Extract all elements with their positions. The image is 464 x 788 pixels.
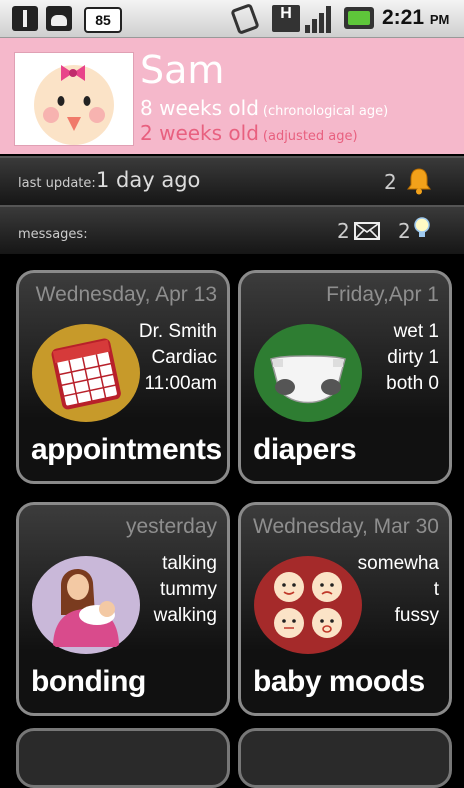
tile-line: talking bbox=[162, 553, 217, 574]
bonding-tile[interactable]: yesterday talking tummy walking bonding bbox=[16, 502, 230, 716]
last-update-label: last update: bbox=[18, 176, 96, 191]
tile-details: talking tummy walking bbox=[154, 551, 217, 629]
chronological-age-value: 8 weeks old bbox=[140, 96, 259, 120]
baby-faces-icon bbox=[254, 556, 362, 654]
network-h-icon: H bbox=[272, 5, 300, 32]
tile-line: Cardiac bbox=[151, 347, 217, 368]
tile-line: t bbox=[433, 579, 439, 600]
vibrate-icon bbox=[230, 3, 260, 35]
tile-line: walking bbox=[153, 605, 217, 626]
tile-details: Dr. Smith Cardiac 11:00am bbox=[139, 319, 217, 397]
dashboard-grid: Wednesday, Apr 13 Dr. Smith Cardiac 11:0… bbox=[0, 254, 464, 772]
baby-avatar bbox=[14, 52, 134, 146]
battery-percent-icon: 85 bbox=[84, 7, 122, 33]
tile-line: 11:00am bbox=[144, 373, 217, 394]
profile-header[interactable]: Sam 8 weeks old (chronological age) 2 wee… bbox=[0, 38, 464, 154]
lightbulb-icon[interactable] bbox=[414, 217, 430, 239]
calendar-icon bbox=[32, 324, 140, 422]
messages-row[interactable]: messages: 2 2 bbox=[0, 205, 464, 255]
chronological-age-label: (chronological age) bbox=[262, 104, 389, 119]
clock-ampm: PM bbox=[429, 12, 450, 27]
adjusted-age: 2 weeks old (adjusted age) bbox=[140, 121, 358, 145]
last-update-value: 1 day ago bbox=[96, 168, 201, 192]
baby-moods-tile[interactable]: Wednesday, Mar 30 somewha t fussy baby m… bbox=[238, 502, 452, 716]
tile-title: bonding bbox=[31, 665, 146, 698]
tile-date: Friday,Apr 1 bbox=[326, 283, 439, 306]
bell-icon[interactable] bbox=[406, 167, 432, 195]
tile-line: Dr. Smith bbox=[138, 321, 217, 342]
diapers-tile[interactable]: Friday,Apr 1 wet 1 dirty 1 both 0 diaper… bbox=[238, 270, 452, 484]
signal-icon bbox=[305, 5, 335, 33]
tile-partial[interactable] bbox=[16, 728, 230, 788]
mail-icon[interactable] bbox=[354, 222, 380, 240]
clock: 2:21 PM bbox=[382, 6, 449, 30]
diaper-icon bbox=[254, 324, 362, 422]
chronological-age: 8 weeks old (chronological age) bbox=[140, 96, 388, 120]
tile-line: tummy bbox=[160, 579, 217, 600]
last-update-row[interactable]: last update: 1 day ago 2 bbox=[0, 156, 464, 206]
tip-count: 2 bbox=[398, 219, 411, 243]
mother-baby-icon bbox=[32, 556, 140, 654]
appointments-tile[interactable]: Wednesday, Apr 13 Dr. Smith Cardiac 11:0… bbox=[16, 270, 230, 484]
android-debug-icon bbox=[46, 6, 72, 31]
tile-title: appointments bbox=[31, 433, 222, 466]
baby-name: Sam bbox=[140, 48, 225, 92]
tile-line: fussy bbox=[394, 605, 439, 626]
tile-date: yesterday bbox=[125, 515, 217, 538]
tile-date: Wednesday, Mar 30 bbox=[253, 515, 439, 538]
clock-time: 2:21 bbox=[382, 6, 425, 29]
tile-line: dirty 1 bbox=[387, 347, 439, 368]
tile-partial[interactable] bbox=[238, 728, 452, 788]
charging-battery-icon bbox=[344, 7, 374, 29]
mail-count: 2 bbox=[337, 219, 350, 243]
adjusted-age-label: (adjusted age) bbox=[262, 129, 358, 144]
messages-label: messages: bbox=[18, 227, 88, 242]
tile-details: wet 1 dirty 1 both 0 bbox=[386, 319, 439, 397]
tile-line: both 0 bbox=[386, 373, 439, 394]
tile-title: diapers bbox=[253, 433, 357, 466]
alert-count: 2 bbox=[384, 170, 397, 194]
adjusted-age-value: 2 weeks old bbox=[140, 121, 259, 145]
status-bar: 85 H 2:21 PM bbox=[0, 0, 464, 38]
tile-date: Wednesday, Apr 13 bbox=[35, 283, 217, 306]
tile-title: baby moods bbox=[253, 665, 425, 698]
tile-line: somewha bbox=[357, 553, 439, 574]
tile-details: somewha t fussy bbox=[358, 551, 439, 629]
tile-line: wet 1 bbox=[393, 321, 439, 342]
usb-icon bbox=[12, 6, 38, 31]
